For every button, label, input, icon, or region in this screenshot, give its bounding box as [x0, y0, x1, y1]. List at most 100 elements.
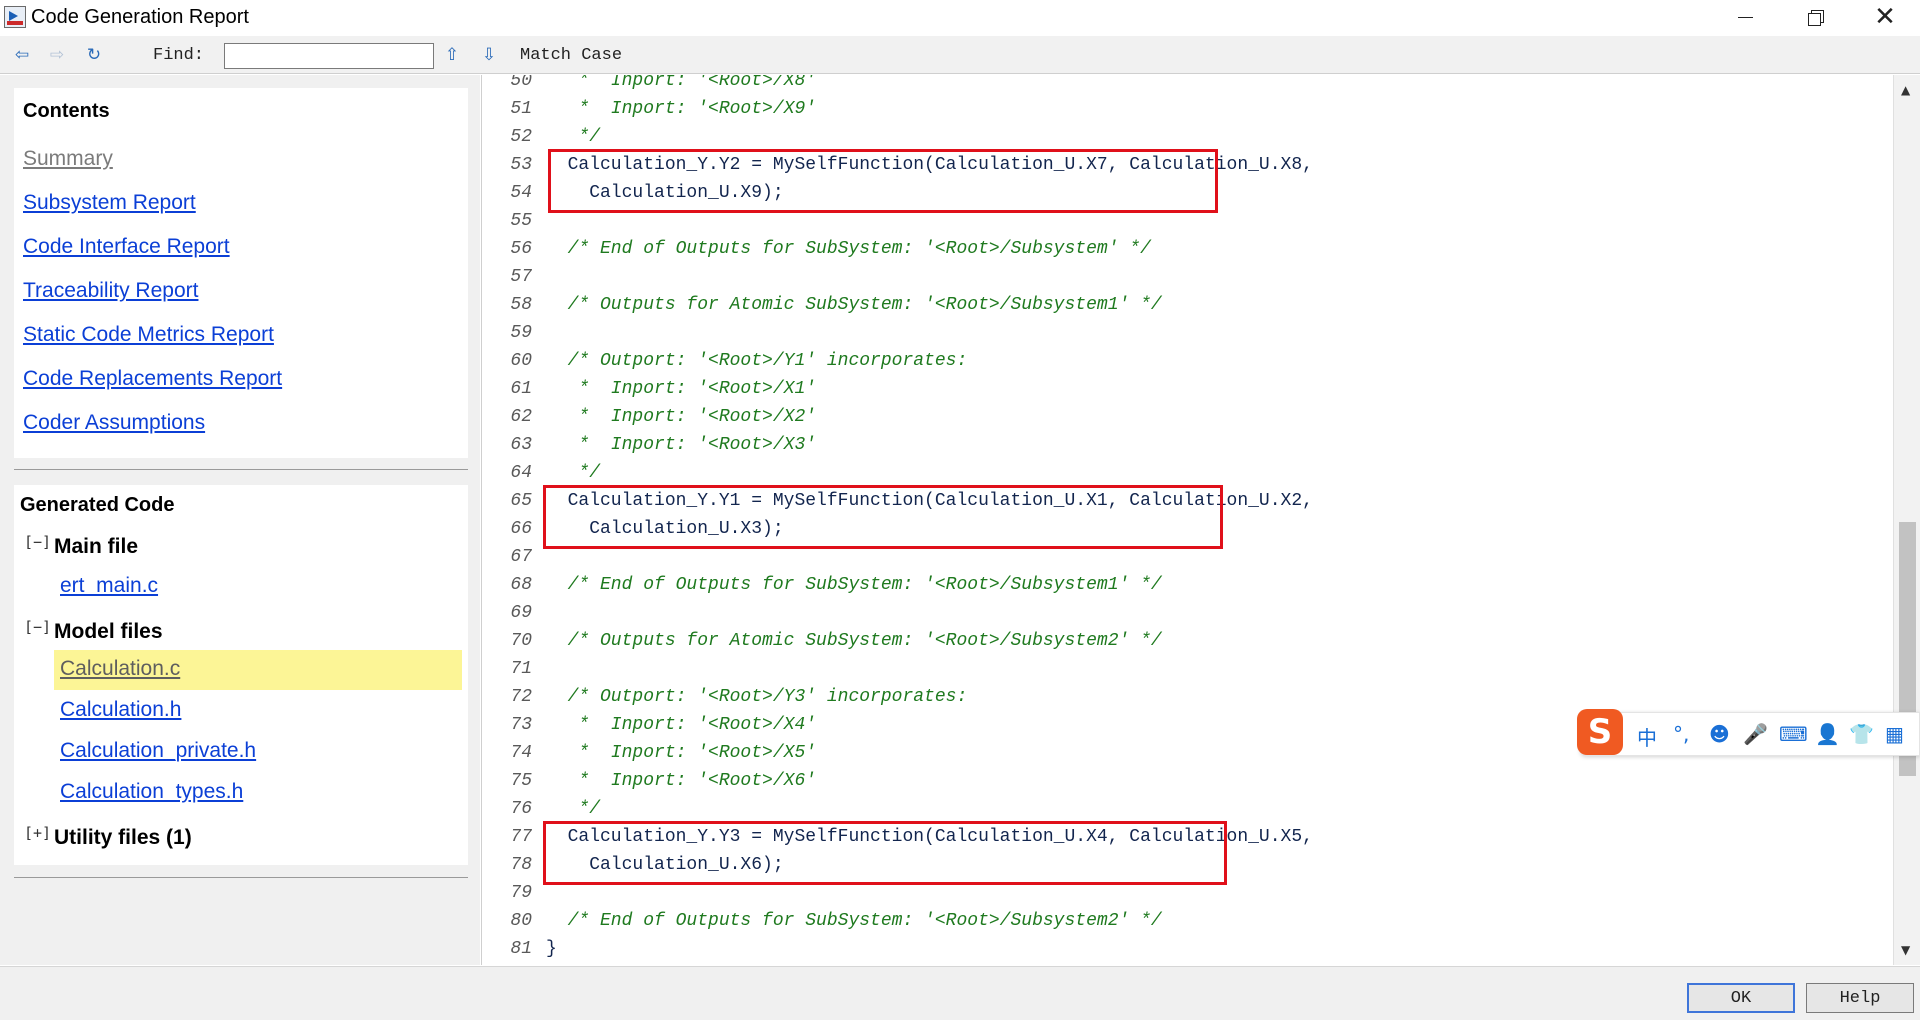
vertical-scrollbar[interactable]: ▲ ▼ [1893, 75, 1920, 965]
nav-link-traceability-report[interactable]: Traceability Report [23, 279, 198, 303]
code-line: 59 [482, 319, 1882, 347]
line-number: 53 [510, 155, 532, 175]
line-number: 65 [510, 491, 532, 511]
ime-skin-icon[interactable]: 👕 [1849, 722, 1874, 746]
collapse-toggle-main-file[interactable]: [−] [24, 533, 51, 551]
code-line: 68 /* End of Outputs for SubSystem: '<Ro… [482, 571, 1882, 599]
code-text: } [546, 939, 557, 959]
nav-link-subsystem-report[interactable]: Subsystem Report [23, 191, 196, 215]
ime-chinese-mode[interactable]: 中 [1637, 722, 1657, 751]
tree-group-main-file: Main file [54, 535, 139, 558]
file-link-ert-main-c[interactable]: ert_main.c [60, 574, 158, 598]
highlight-box-y3 [543, 821, 1227, 885]
code-line: 52 */ [482, 123, 1882, 151]
find-previous-icon[interactable]: ⇧ [442, 45, 462, 65]
code-line: 61 * Inport: '<Root>/X1' [482, 375, 1882, 403]
match-case-toggle[interactable]: Match Case [520, 46, 622, 65]
scroll-up-arrow-icon[interactable]: ▲ [1901, 83, 1910, 97]
code-line: 57 [482, 263, 1882, 291]
code-line: 64 */ [482, 459, 1882, 487]
line-number: 66 [510, 519, 532, 539]
code-line: 58 /* Outputs for Atomic SubSystem: '<Ro… [482, 291, 1882, 319]
minimize-icon [1737, 16, 1753, 18]
code-comment: */ [546, 463, 601, 483]
code-line: 62 * Inport: '<Root>/X2' [482, 403, 1882, 431]
code-line: 71 [482, 655, 1882, 683]
file-link-calculation-types-h[interactable]: Calculation_types.h [60, 780, 243, 804]
code-line: 81} [482, 935, 1882, 963]
back-arrow-icon[interactable]: ⇦ [12, 45, 32, 65]
line-number: 79 [510, 883, 532, 903]
line-number: 70 [510, 631, 532, 651]
highlight-box-y2 [548, 149, 1218, 213]
restore-button[interactable] [1780, 0, 1850, 34]
ime-emoji-icon[interactable]: ☻ [1709, 722, 1730, 746]
code-comment: */ [546, 127, 601, 147]
line-number: 75 [510, 771, 532, 791]
line-number: 58 [510, 295, 532, 315]
code-comment: * Inport: '<Root>/X1' [546, 379, 817, 399]
code-comment: /* Outputs for Atomic SubSystem: '<Root>… [546, 631, 1162, 651]
ok-button[interactable]: OK [1687, 983, 1795, 1013]
collapse-toggle-model-files[interactable]: [−] [24, 618, 51, 636]
refresh-icon[interactable]: ↻ [84, 45, 104, 65]
line-number: 80 [510, 911, 532, 931]
tree-group-utility-files: Utility files (1) [54, 826, 192, 849]
line-number: 57 [510, 267, 532, 287]
file-link-calculation-h[interactable]: Calculation.h [60, 698, 181, 722]
code-comment: * Inport: '<Root>/X8' [546, 75, 817, 91]
nav-link-code-interface-report[interactable]: Code Interface Report [23, 235, 230, 259]
ime-keyboard-icon[interactable]: ⌨ [1779, 722, 1808, 746]
contents-title: Contents [23, 100, 110, 122]
navigation-panel: Contents Summary Subsystem Report Code I… [0, 75, 480, 965]
code-line: 80 /* End of Outputs for SubSystem: '<Ro… [482, 907, 1882, 935]
nav-link-static-code-metrics-report[interactable]: Static Code Metrics Report [23, 323, 274, 347]
code-view[interactable]: 50 * Inport: '<Root>/X8' 51 * Inport: '<R… [481, 75, 1893, 965]
find-next-icon[interactable]: ⇩ [479, 45, 499, 65]
code-line: 51 * Inport: '<Root>/X9' [482, 95, 1882, 123]
generated-code-title: Generated Code [20, 494, 175, 516]
help-button[interactable]: Help [1806, 983, 1914, 1013]
ime-logo-icon[interactable]: S [1577, 709, 1623, 755]
code-comment: * Inport: '<Root>/X5' [546, 743, 817, 763]
code-comment: /* End of Outputs for SubSystem: '<Root>… [546, 575, 1162, 595]
forward-arrow-icon[interactable]: ⇨ [47, 45, 67, 65]
code-line: 76 */ [482, 795, 1882, 823]
highlight-box-y1 [543, 485, 1223, 549]
scroll-down-arrow-icon[interactable]: ▼ [1901, 943, 1910, 957]
code-line: 50 * Inport: '<Root>/X8' [482, 75, 1882, 95]
find-input[interactable] [224, 43, 434, 69]
line-number: 56 [510, 239, 532, 259]
line-number: 64 [510, 463, 532, 483]
close-button[interactable]: ✕ [1850, 0, 1920, 34]
file-link-calculation-c[interactable]: Calculation.c [60, 657, 180, 681]
code-line: 75 * Inport: '<Root>/X6' [482, 767, 1882, 795]
line-number: 61 [510, 379, 532, 399]
nav-link-summary[interactable]: Summary [23, 147, 113, 171]
nav-link-code-replacements-report[interactable]: Code Replacements Report [23, 367, 282, 391]
code-line: 72 /* Outport: '<Root>/Y3' incorporates: [482, 683, 1882, 711]
ime-user-icon[interactable]: 👤 [1815, 722, 1840, 746]
ime-microphone-icon[interactable]: 🎤 [1743, 722, 1768, 746]
title-bar: Code Generation Report ✕ [0, 0, 1920, 34]
ime-punctuation-icon[interactable]: °, [1673, 722, 1689, 746]
ime-toolbar: S 中 °, ☻ 🎤 ⌨ 👤 👕 ▦ [1577, 709, 1920, 756]
window-title: Code Generation Report [31, 6, 249, 28]
line-number: 59 [510, 323, 532, 343]
code-comment: */ [546, 799, 601, 819]
app-icon [4, 6, 26, 28]
code-line: 69 [482, 599, 1882, 627]
code-comment: * Inport: '<Root>/X3' [546, 435, 817, 455]
code-comment: * Inport: '<Root>/X6' [546, 771, 817, 791]
line-number: 67 [510, 547, 532, 567]
line-number: 73 [510, 715, 532, 735]
code-line: 60 /* Outport: '<Root>/Y1' incorporates: [482, 347, 1882, 375]
nav-link-coder-assumptions[interactable]: Coder Assumptions [23, 411, 205, 435]
divider [14, 877, 468, 878]
expand-toggle-utility-files[interactable]: [+] [24, 824, 51, 842]
minimize-button[interactable] [1710, 0, 1780, 34]
line-number: 62 [510, 407, 532, 427]
file-link-calculation-private-h[interactable]: Calculation_private.h [60, 739, 256, 763]
ime-menu-icon[interactable]: ▦ [1885, 722, 1904, 746]
line-number: 74 [510, 743, 532, 763]
